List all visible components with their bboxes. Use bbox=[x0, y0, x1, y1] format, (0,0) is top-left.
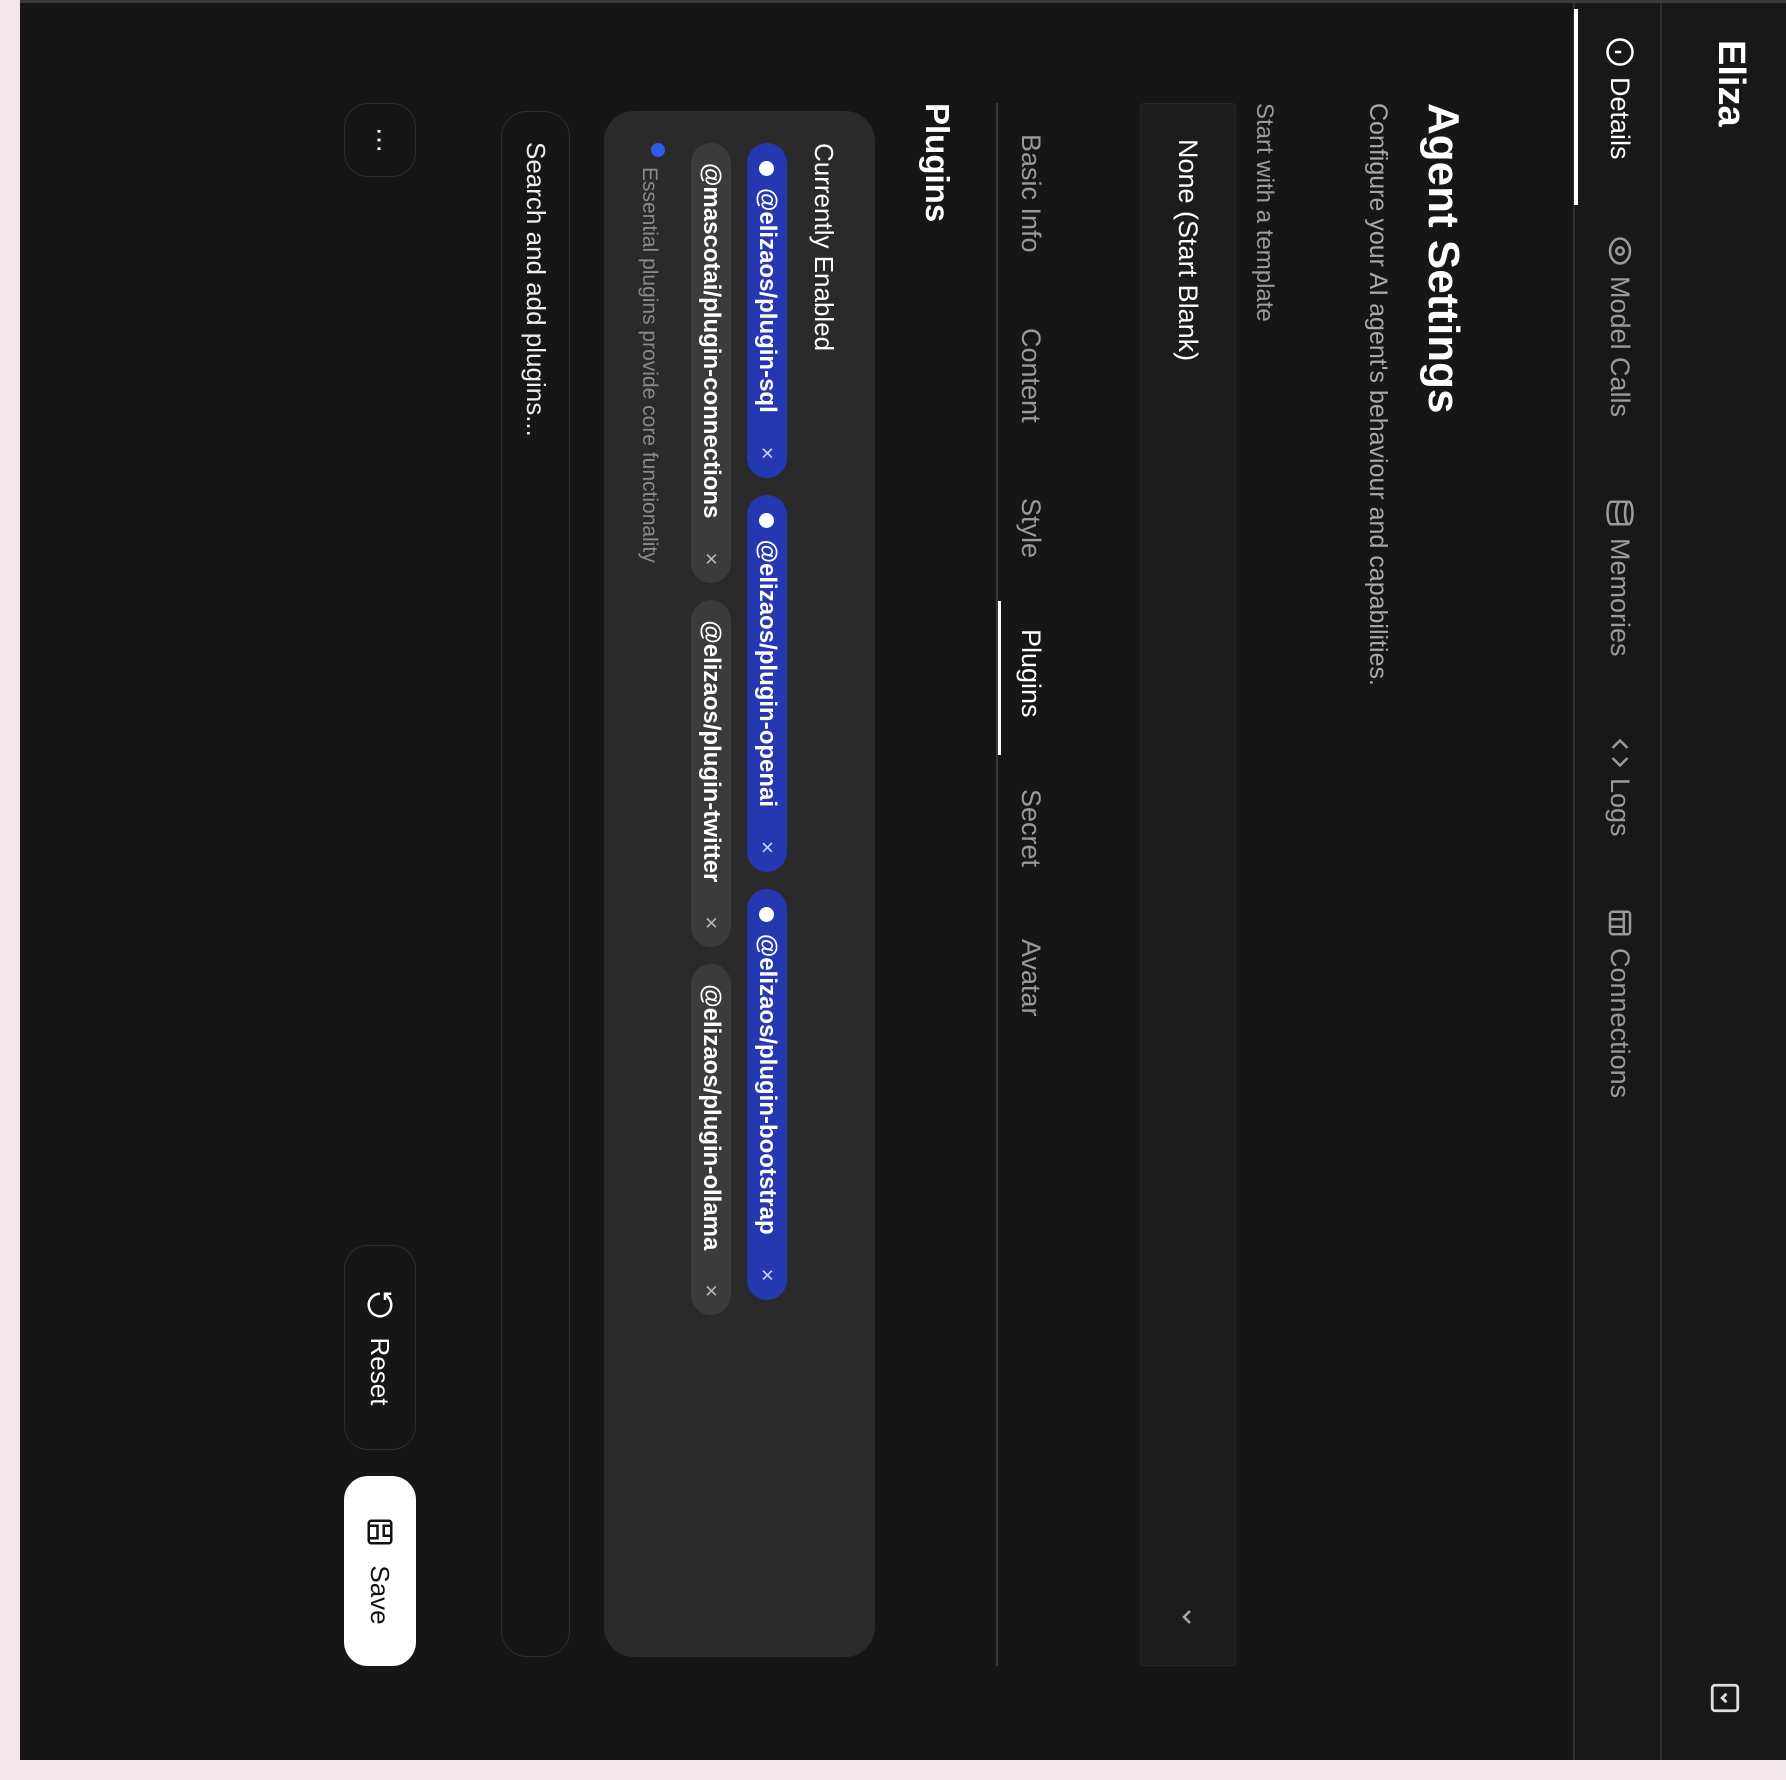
info-icon bbox=[1606, 38, 1634, 66]
save-label: Save bbox=[365, 1565, 396, 1625]
tab-label: Model Calls bbox=[1605, 276, 1636, 418]
plugins-heading: Plugins bbox=[919, 103, 956, 223]
tab-label: Connections bbox=[1605, 948, 1636, 1099]
active-subtab-indicator bbox=[998, 601, 1001, 755]
save-icon bbox=[367, 1519, 393, 1545]
essential-note: Essential plugins provide core functiona… bbox=[637, 143, 665, 563]
tab-model-calls[interactable]: Model Calls bbox=[1600, 236, 1640, 417]
plugin-search-input[interactable] bbox=[501, 111, 570, 1657]
tab-logs[interactable]: Logs bbox=[1600, 738, 1640, 837]
tab-connections[interactable]: Connections bbox=[1600, 908, 1640, 1098]
code-icon bbox=[1611, 738, 1629, 768]
tab-label: Logs bbox=[1605, 778, 1636, 837]
plugin-name: @elizaos/plugin-sql bbox=[754, 188, 781, 413]
tab-label: Memories bbox=[1605, 538, 1636, 657]
save-button[interactable]: Save bbox=[344, 1476, 416, 1666]
database-icon bbox=[1606, 500, 1634, 526]
template-select[interactable]: None (Start Blank) bbox=[1140, 103, 1236, 1666]
tab-avatar[interactable]: Avatar bbox=[1015, 939, 1046, 1017]
plugin-name: @elizaos/plugin-openai bbox=[754, 539, 781, 808]
plugin-chip: @elizaos/plugin-openai × bbox=[747, 494, 787, 872]
tab-plugins[interactable]: Plugins bbox=[1015, 629, 1046, 718]
chevron-down-icon bbox=[1182, 1610, 1191, 1624]
panel-toggle-icon[interactable] bbox=[1708, 1681, 1742, 1715]
plugin-row: @mascotai/plugin-connections × @elizaos/p… bbox=[691, 143, 731, 1316]
tab-label: Details bbox=[1605, 77, 1636, 160]
tab-details[interactable]: Details bbox=[1600, 37, 1640, 160]
remove-plugin-button[interactable]: × bbox=[754, 841, 780, 854]
essential-legend-dot-icon bbox=[651, 143, 665, 157]
reset-button[interactable]: Reset bbox=[344, 1245, 416, 1450]
table-icon bbox=[1608, 910, 1632, 936]
agent-name: Eliza bbox=[1710, 40, 1752, 127]
remove-plugin-button[interactable]: × bbox=[698, 552, 724, 565]
plugin-chip: @elizaos/plugin-bootstrap × bbox=[747, 888, 787, 1300]
enabled-label: Currently Enabled bbox=[809, 143, 839, 352]
plugin-row: @elizaos/plugin-sql × @elizaos/plugin-ope… bbox=[747, 143, 787, 1300]
essential-dot-icon bbox=[759, 512, 775, 528]
enabled-plugins-card: Currently Enabled @elizaos/plugin-sql × @… bbox=[604, 111, 875, 1657]
nav-tabs: Details Model Calls Memories Logs Connec… bbox=[1573, 3, 1660, 1760]
plugin-chip: @mascotai/plugin-connections × bbox=[691, 143, 731, 584]
tab-style[interactable]: Style bbox=[1015, 498, 1046, 558]
plugin-name: @elizaos/plugin-bootstrap bbox=[754, 933, 781, 1235]
page-subtitle: Configure your AI agent's behaviour and … bbox=[1364, 103, 1392, 686]
tab-basic-info[interactable]: Basic Info bbox=[1015, 134, 1046, 253]
settings-tabs: Basic Info Content Style Plugins Secret … bbox=[996, 103, 1046, 1666]
essential-dot-icon bbox=[759, 906, 775, 922]
template-label: Start with a template bbox=[1251, 103, 1278, 322]
template-selected-value: None (Start Blank) bbox=[1173, 139, 1204, 362]
remove-plugin-button[interactable]: × bbox=[698, 1284, 724, 1297]
plugin-chip: @elizaos/plugin-sql × bbox=[747, 143, 787, 478]
remove-plugin-button[interactable]: × bbox=[698, 916, 724, 929]
app-window: Eliza Details Model Calls Memories Logs … bbox=[20, 0, 1786, 1760]
remove-plugin-button[interactable]: × bbox=[754, 1269, 780, 1282]
reset-label: Reset bbox=[365, 1337, 396, 1406]
remove-plugin-button[interactable]: × bbox=[754, 447, 780, 460]
ellipsis-icon: ⋯ bbox=[365, 127, 396, 153]
reset-icon bbox=[367, 1292, 393, 1317]
tab-content[interactable]: Content bbox=[1015, 328, 1046, 423]
plugin-name: @elizaos/plugin-ollama bbox=[698, 984, 725, 1251]
active-tab-indicator bbox=[1574, 9, 1578, 205]
essential-dot-icon bbox=[759, 161, 775, 176]
tab-memories[interactable]: Memories bbox=[1600, 498, 1640, 657]
tab-secret[interactable]: Secret bbox=[1015, 789, 1046, 867]
plugin-chip: @elizaos/plugin-twitter × bbox=[691, 600, 731, 948]
plugin-name: @mascotai/plugin-connections bbox=[698, 163, 725, 519]
more-options-button[interactable]: ⋯ bbox=[344, 103, 416, 177]
plugin-name: @elizaos/plugin-twitter bbox=[698, 620, 725, 883]
eye-icon bbox=[1608, 237, 1632, 265]
header: Eliza bbox=[1660, 3, 1786, 1760]
page-title: Agent Settings bbox=[1419, 103, 1468, 414]
plugin-chip: @elizaos/plugin-ollama × bbox=[691, 964, 731, 1316]
note-text: Essential plugins provide core functiona… bbox=[638, 167, 661, 563]
